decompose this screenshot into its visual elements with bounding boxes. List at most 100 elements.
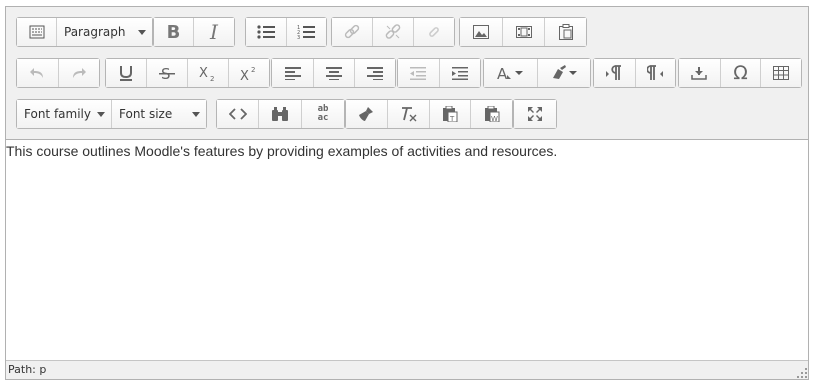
element-path[interactable]: Path: p (8, 363, 46, 376)
outdent-button[interactable] (398, 59, 440, 87)
rtl-button[interactable] (635, 59, 675, 87)
text-style-group: B I (153, 17, 235, 47)
direction-group (593, 58, 676, 88)
subscript-icon: X2 (199, 66, 214, 81)
chevron-down-icon (192, 112, 200, 117)
text-color-button[interactable]: A (484, 59, 538, 87)
font-group: Font family Font size (16, 99, 207, 129)
ltr-icon (606, 65, 622, 80)
editor-toolbar: Paragraph B I 123 X 2 X 2 A Ω Font famil… (6, 7, 808, 140)
outdent-icon (410, 67, 427, 80)
align-right-icon (367, 67, 383, 80)
svg-text:2: 2 (251, 66, 255, 74)
svg-text:X: X (240, 69, 249, 81)
content-paragraph[interactable]: This course outlines Moodle's features b… (6, 143, 808, 159)
font-size-value: Font size (119, 107, 173, 121)
omega-icon: Ω (733, 62, 748, 84)
italic-button[interactable]: I (194, 18, 234, 46)
spellcheck-button[interactable]: ab ac (302, 100, 344, 128)
block-format-select[interactable]: Paragraph (57, 18, 152, 46)
block-format-value: Paragraph (64, 25, 126, 39)
svg-text:T: T (449, 115, 455, 122)
brush-icon (359, 107, 374, 121)
bold-button[interactable]: B (154, 18, 194, 46)
font-size-select[interactable]: Font size (112, 100, 206, 128)
text-color-icon: A (497, 65, 524, 81)
clear-formatting-icon (402, 107, 417, 122)
svg-text:X: X (199, 66, 208, 81)
link-button[interactable] (332, 18, 373, 46)
text-effects-group: S X2 X2 (105, 58, 270, 88)
toolbar-toggle-icon (29, 25, 44, 39)
unlink-button[interactable] (373, 18, 414, 46)
paste-text-button[interactable]: T (429, 100, 472, 128)
redo-button[interactable] (58, 59, 99, 87)
list-group: 123 (245, 17, 327, 47)
undo-icon (30, 68, 44, 78)
search-replace-icon (272, 107, 288, 121)
code-icon (228, 108, 247, 120)
italic-icon: I (210, 20, 218, 44)
insert-button[interactable] (679, 59, 721, 87)
spellcheck-icon-bottom: ac (317, 113, 329, 123)
format-group: Paragraph (16, 17, 153, 47)
bullet-list-button[interactable] (246, 18, 287, 46)
link-icon (344, 24, 360, 39)
align-right-button[interactable] (355, 59, 395, 87)
background-color-icon (552, 65, 577, 79)
media-button[interactable] (503, 18, 545, 46)
unlink-icon (385, 24, 401, 39)
rich-text-editor: Paragraph B I 123 X 2 X 2 A Ω Font famil… (5, 6, 809, 380)
strikethrough-button[interactable]: S (147, 59, 188, 87)
underline-button[interactable] (106, 59, 147, 87)
font-family-select[interactable]: Font family (17, 100, 112, 128)
align-left-button[interactable] (272, 59, 314, 87)
toolbar-toggle-button[interactable] (17, 18, 57, 46)
format-painter-button[interactable] (346, 100, 388, 128)
editor-statusbar: Path: p (6, 360, 808, 379)
undo-button[interactable] (17, 59, 59, 87)
insert-group: Ω (678, 58, 802, 88)
code-button[interactable] (217, 100, 259, 128)
special-char-button[interactable]: Ω (720, 59, 762, 87)
numbered-list-button[interactable]: 123 (286, 18, 326, 46)
ltr-button[interactable] (594, 59, 636, 87)
resize-handle-icon[interactable] (795, 366, 807, 378)
align-left-icon (284, 67, 301, 80)
align-center-icon (326, 67, 342, 80)
anchor-icon (429, 27, 439, 37)
editor-content-area[interactable]: This course outlines Moodle's features b… (6, 140, 808, 360)
bullet-list-icon (257, 25, 275, 39)
bold-icon: B (166, 21, 181, 43)
superscript-icon: X2 (240, 66, 255, 81)
align-center-button[interactable] (314, 59, 355, 87)
table-icon (773, 66, 790, 80)
media-group (459, 17, 587, 47)
anchor-button[interactable] (414, 18, 454, 46)
fullscreen-button[interactable] (514, 100, 556, 128)
image-icon (473, 25, 489, 39)
font-family-value: Font family (24, 107, 91, 121)
clear-formatting-button[interactable] (387, 100, 430, 128)
underline-icon (120, 66, 132, 81)
alignment-group (271, 58, 396, 88)
subscript-button[interactable]: X2 (188, 59, 229, 87)
background-color-button[interactable] (537, 59, 590, 87)
paste-text-icon: T (442, 106, 458, 122)
indent-icon (451, 67, 468, 80)
paste-button[interactable] (545, 18, 586, 46)
chevron-down-icon (97, 112, 105, 117)
indent-button[interactable] (439, 59, 480, 87)
superscript-button[interactable]: X2 (229, 59, 269, 87)
search-replace-button[interactable] (259, 100, 302, 128)
svg-text:A: A (497, 65, 508, 81)
paste-word-button[interactable]: W (471, 100, 512, 128)
table-button[interactable] (761, 59, 801, 87)
indent-group (397, 58, 481, 88)
chevron-down-icon (138, 30, 146, 35)
link-group (331, 17, 455, 47)
fullscreen-icon (528, 107, 542, 121)
paste-icon (558, 24, 573, 40)
image-button[interactable] (460, 18, 503, 46)
strikethrough-icon: S (159, 65, 175, 81)
